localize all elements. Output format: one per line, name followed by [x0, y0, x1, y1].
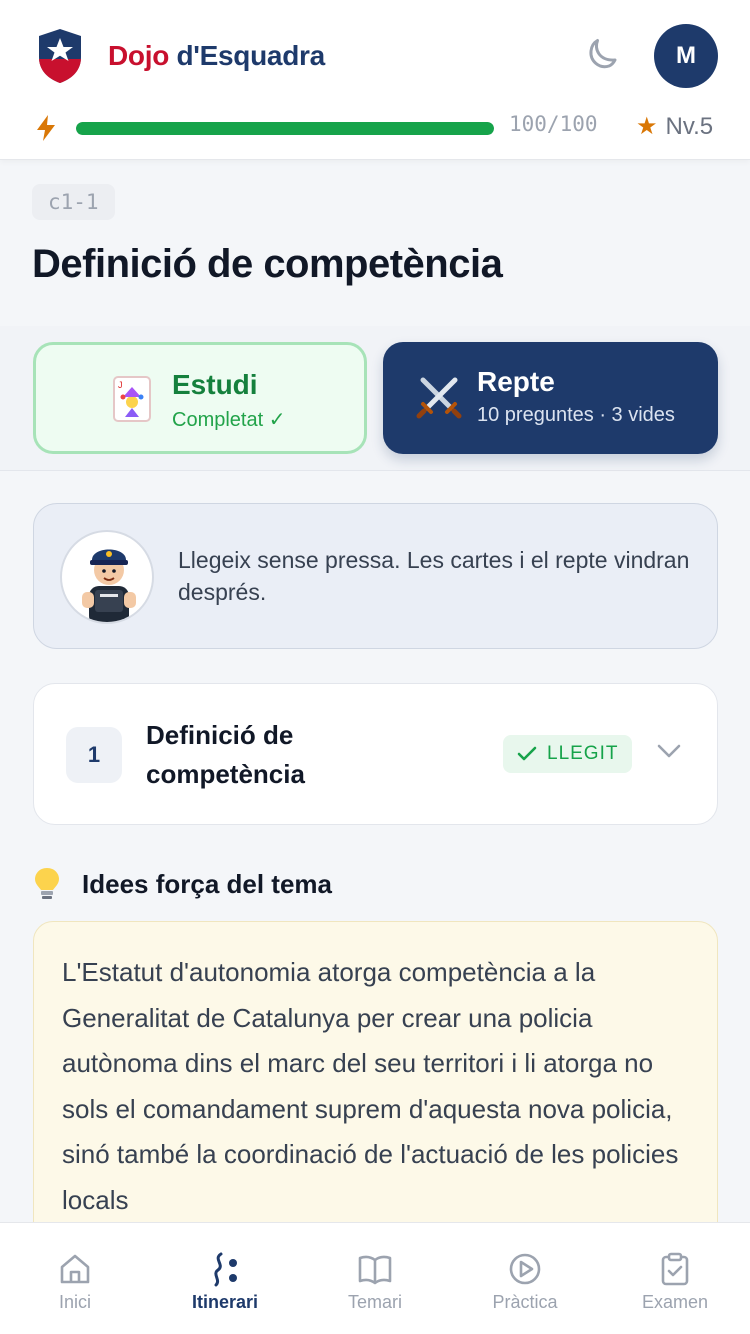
- nav-label-itinerari: Itinerari: [191, 1292, 259, 1312]
- bolt-icon: [37, 115, 55, 141]
- play-icon: [509, 1253, 541, 1285]
- level-indicator: ★ Nv.5: [636, 112, 713, 141]
- user-avatar[interactable]: M: [654, 24, 718, 88]
- nav-item-itinerari[interactable]: Itinerari: [150, 1223, 300, 1334]
- section-title: Definició de competència: [146, 720, 305, 789]
- lightbulb-icon: [35, 868, 59, 899]
- callout-message: Llegeix sense pressa. Les cartes i el re…: [178, 547, 690, 605]
- estudi-status: Completat ✓: [172, 409, 286, 431]
- page-title: Definició de competència: [32, 242, 503, 286]
- bottom-navigation: Inici Itinerari Temari Pràctica Examen: [0, 1222, 750, 1334]
- section-item[interactable]: 1 Definició de competència LLEGIT: [33, 683, 718, 825]
- nav-item-inici[interactable]: Inici: [0, 1223, 150, 1334]
- brand-title: Dojo d'Esquadra: [108, 40, 325, 72]
- route-icon: [214, 1252, 237, 1287]
- nav-label-inici: Inici: [58, 1292, 91, 1312]
- clipboard-check-icon: [661, 1252, 689, 1286]
- estudi-title: Estudi: [172, 369, 258, 400]
- lesson-code-chip: c1-1: [32, 184, 115, 220]
- jester-card-icon: J: [113, 376, 151, 422]
- repte-mode-card[interactable]: Repte 10 preguntes · 3 vides: [383, 342, 718, 454]
- mascot-avatar: [60, 530, 154, 624]
- repte-title: Repte: [477, 366, 555, 397]
- police-mascot-icon: [82, 549, 136, 622]
- section-number: 1: [66, 727, 122, 783]
- read-status-label: LLEGIT: [547, 743, 619, 764]
- app-header: Dojo d'Esquadra M 100/100 ★ Nv.5: [0, 0, 750, 160]
- xp-progress-bar: [76, 122, 494, 135]
- nav-label-temari: Temari: [347, 1292, 402, 1312]
- star-icon: ★: [636, 113, 658, 140]
- level-label: Nv.5: [665, 112, 714, 140]
- nav-item-temari[interactable]: Temari: [300, 1223, 450, 1334]
- moon-icon[interactable]: [582, 36, 622, 76]
- idees-title: Idees força del tema: [82, 868, 332, 899]
- brand-dojo: Dojo: [108, 40, 170, 71]
- estudi-mode-card[interactable]: J Estudi Completat ✓: [33, 342, 367, 454]
- book-icon: [358, 1255, 392, 1285]
- home-icon: [60, 1254, 90, 1284]
- idees-text: L'Estatut d'autonomia atorga competència…: [62, 957, 679, 1215]
- idees-heading: Idees força del tema: [32, 866, 332, 902]
- xp-counter: 100/100: [509, 112, 598, 136]
- read-status-badge: LLEGIT: [503, 735, 633, 773]
- repte-details: 10 preguntes · 3 vides: [477, 404, 675, 426]
- crossed-swords-icon: [416, 377, 462, 419]
- shield-logo-icon[interactable]: [36, 27, 84, 85]
- mode-selector: J Estudi Completat ✓ Repte 10 preguntes …: [0, 326, 750, 471]
- check-icon: [517, 746, 537, 761]
- brand-esquadra: d'Esquadra: [176, 40, 326, 71]
- nav-label-practica: Pràctica: [492, 1292, 558, 1312]
- nav-label-examen: Examen: [641, 1292, 709, 1312]
- nav-item-examen[interactable]: Examen: [600, 1223, 750, 1334]
- mascot-callout: Llegeix sense pressa. Les cartes i el re…: [33, 503, 718, 649]
- chevron-down-icon[interactable]: [656, 742, 682, 760]
- svg-text:J: J: [118, 380, 123, 390]
- nav-item-practica[interactable]: Pràctica: [450, 1223, 600, 1334]
- xp-progress-fill: [76, 122, 494, 135]
